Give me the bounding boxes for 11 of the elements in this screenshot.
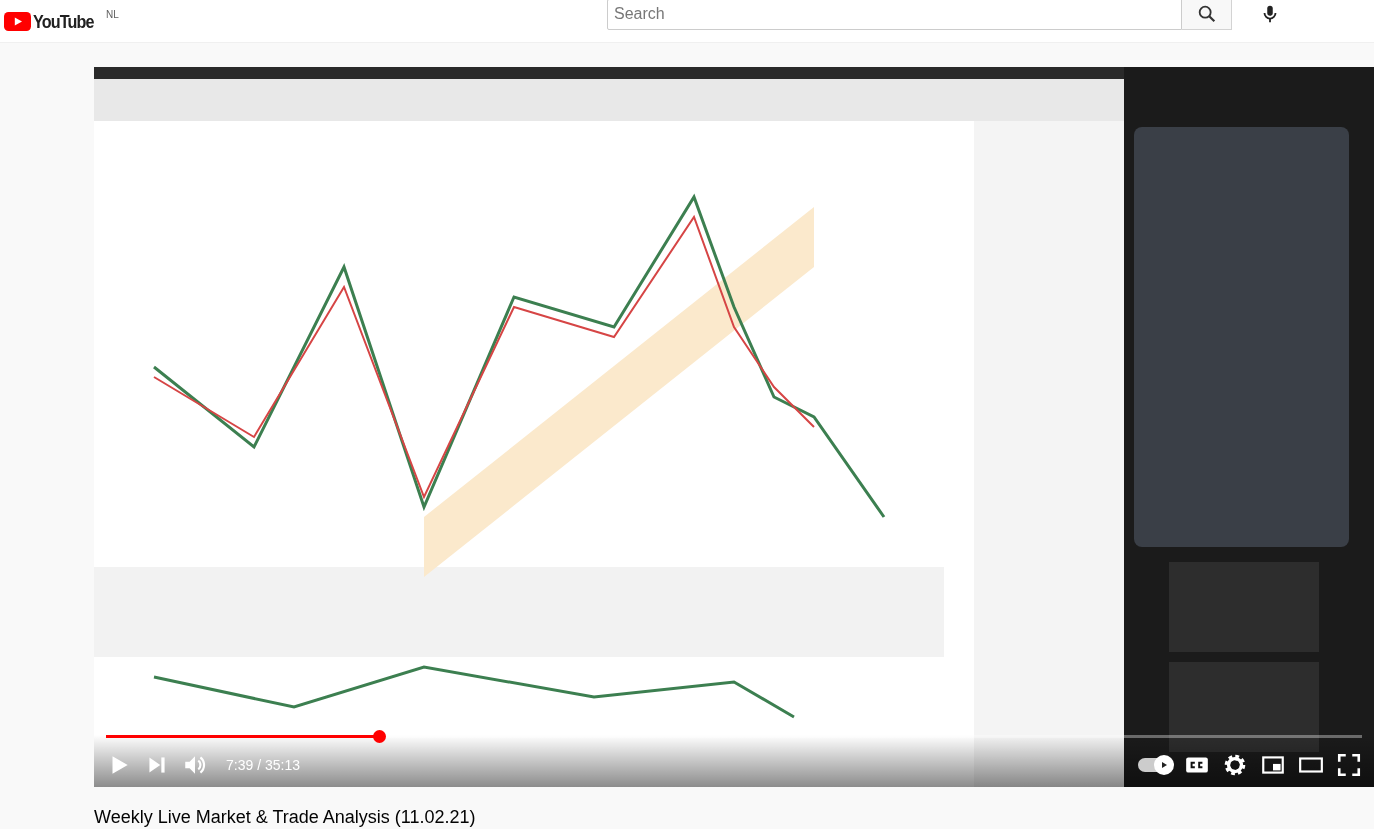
video-title: Weekly Live Market & Trade Analysis (11.02.21) <box>94 807 477 828</box>
youtube-logo-icon[interactable] <box>4 11 31 31</box>
autoplay-toggle[interactable] <box>1138 758 1172 772</box>
region-code: NL <box>106 8 119 20</box>
video-time: 7:39 / 35:13 <box>226 757 300 773</box>
play-icon <box>1159 760 1169 770</box>
settings-icon[interactable] <box>1222 752 1248 778</box>
search-field[interactable]: Search <box>607 0 1182 30</box>
fullscreen-icon[interactable] <box>1336 752 1362 778</box>
youtube-wordmark[interactable]: YouTube <box>33 10 93 32</box>
search-button[interactable] <box>1182 0 1232 30</box>
